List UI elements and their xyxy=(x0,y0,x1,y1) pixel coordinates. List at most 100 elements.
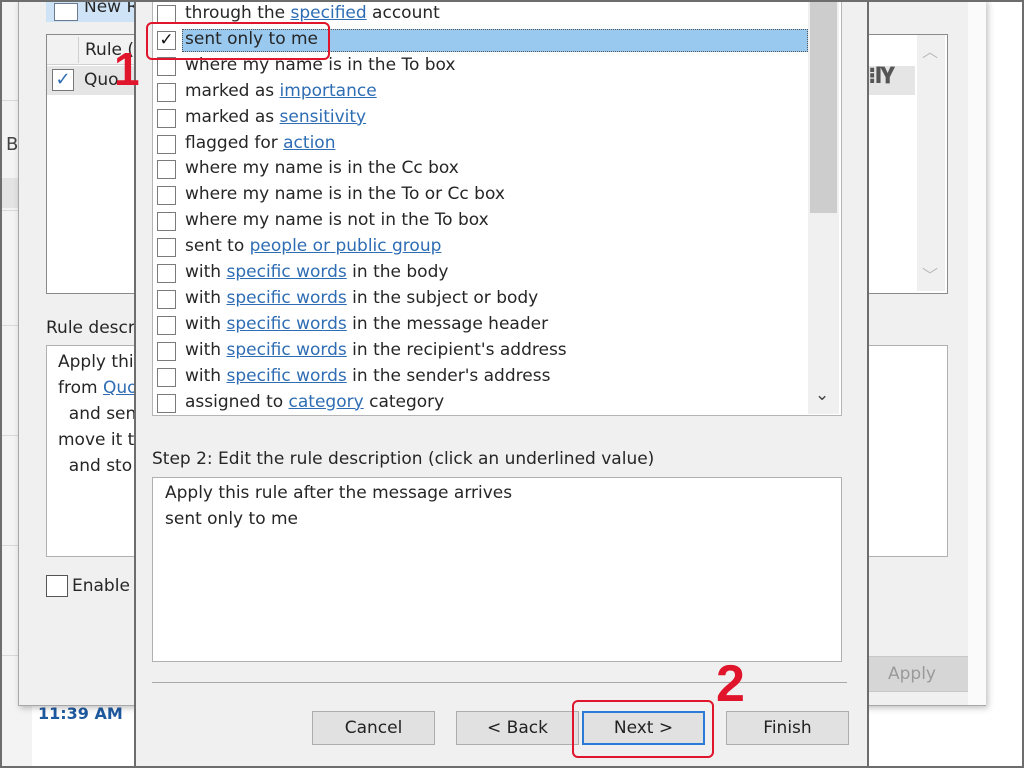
rule-description-line: and sto xyxy=(58,456,133,476)
condition-link[interactable]: people or public group xyxy=(250,236,442,256)
scroll-down-icon[interactable]: ⌄ xyxy=(815,385,829,405)
enable-checkbox[interactable] xyxy=(46,575,68,597)
enable-label: Enable xyxy=(72,576,130,596)
condition-item[interactable]: where my name is in the To or Cc box xyxy=(152,183,808,209)
condition-checkbox[interactable] xyxy=(157,289,176,309)
condition-link[interactable]: action xyxy=(283,133,335,153)
condition-text: with xyxy=(185,365,227,386)
condition-text: in the recipient's address xyxy=(346,339,567,360)
annotation-step1-number: 1 xyxy=(114,43,140,95)
condition-item[interactable]: sent to people or public group xyxy=(152,235,808,261)
condition-label: with specific words in the body xyxy=(185,262,448,282)
condition-label: with specific words in the sender's addr… xyxy=(185,366,550,386)
back-button[interactable]: < Back xyxy=(456,711,579,745)
condition-item[interactable]: marked as sensitivity xyxy=(152,106,808,132)
condition-text: with xyxy=(185,287,227,308)
cancel-button[interactable]: Cancel xyxy=(312,711,435,745)
scroll-up-icon[interactable]: ︿ xyxy=(922,38,938,62)
annotation-highlight-step2 xyxy=(572,700,714,758)
condition-checkbox[interactable] xyxy=(157,108,176,128)
scroll-down-icon[interactable]: ﹀ xyxy=(922,262,938,286)
condition-link[interactable]: specific words xyxy=(226,314,346,334)
condition-text: in the message header xyxy=(346,313,549,334)
rule-description-line: move it t xyxy=(58,430,135,450)
message-time: 11:39 AM xyxy=(38,704,123,723)
rule-description-label: Rule descr xyxy=(46,318,135,338)
condition-label: where my name is in the To or Cc box xyxy=(185,184,505,204)
condition-label: flagged for action xyxy=(185,133,335,153)
condition-text: in the sender's address xyxy=(346,365,551,386)
conditions-scroll-thumb[interactable] xyxy=(810,0,837,213)
background-letter: B xyxy=(6,134,19,155)
condition-item[interactable]: where my name is in the Cc box xyxy=(152,157,808,183)
condition-item[interactable]: with specific words in the body xyxy=(152,261,808,287)
rule-description-line: and sen xyxy=(58,404,137,424)
condition-link[interactable]: importance xyxy=(280,81,377,101)
condition-text: category xyxy=(363,391,445,412)
condition-checkbox[interactable] xyxy=(157,212,176,232)
condition-text: assigned to xyxy=(185,391,289,412)
rule-folder-link[interactable]: Quo xyxy=(103,378,138,398)
condition-item[interactable]: with specific words in the subject or bo… xyxy=(152,287,808,313)
condition-checkbox[interactable] xyxy=(157,82,176,102)
condition-checkbox[interactable] xyxy=(157,134,176,154)
condition-link[interactable]: specific words xyxy=(226,288,346,308)
new-rule-label: New R xyxy=(84,0,139,17)
condition-label: sent to people or public group xyxy=(185,236,441,256)
rule-description-line: from Quo xyxy=(58,378,138,398)
condition-text: where my name is in the To or Cc box xyxy=(185,184,505,205)
condition-checkbox[interactable] xyxy=(157,264,176,283)
condition-text: in the subject or body xyxy=(346,287,539,308)
condition-checkbox[interactable] xyxy=(157,315,176,335)
condition-text: sent to xyxy=(185,236,250,257)
condition-checkbox[interactable] xyxy=(157,186,176,206)
finish-button[interactable]: Finish xyxy=(726,711,849,745)
condition-checkbox[interactable] xyxy=(157,367,176,387)
condition-text: marked as xyxy=(185,106,280,127)
rule-description-line: Apply thi xyxy=(58,352,134,372)
step2-line: sent only to me xyxy=(165,509,299,529)
condition-text: through the xyxy=(185,3,291,23)
condition-link[interactable]: specified xyxy=(291,3,367,23)
condition-label: where my name is not in the To box xyxy=(185,210,489,230)
condition-label: with specific words in the recipient's a… xyxy=(185,340,567,360)
new-rule-icon xyxy=(54,3,78,21)
condition-text: where my name is in the Cc box xyxy=(185,158,459,179)
column-separator xyxy=(78,37,79,63)
rules-list-scrollbar[interactable] xyxy=(917,35,945,291)
condition-text: account xyxy=(366,3,440,23)
condition-item[interactable]: with specific words in the recipient's a… xyxy=(152,339,808,365)
condition-item[interactable]: where my name is not in the To box xyxy=(152,209,808,235)
condition-text: flagged for xyxy=(185,132,284,153)
condition-text: with xyxy=(185,339,227,360)
condition-checkbox[interactable] xyxy=(157,393,176,413)
condition-label: marked as importance xyxy=(185,81,377,101)
rule-description-editor[interactable] xyxy=(152,477,842,662)
condition-checkbox[interactable] xyxy=(157,341,176,361)
condition-link[interactable]: sensitivity xyxy=(280,107,367,127)
condition-link[interactable]: specific words xyxy=(226,340,346,360)
condition-item[interactable]: assigned to category category xyxy=(152,391,808,417)
window-edge xyxy=(968,0,986,705)
condition-text: marked as xyxy=(185,80,280,101)
annotation-highlight-step1 xyxy=(146,22,330,60)
condition-checkbox[interactable] xyxy=(157,238,176,258)
condition-link[interactable]: category xyxy=(289,392,364,412)
condition-link[interactable]: specific words xyxy=(226,366,346,386)
condition-item[interactable]: flagged for action xyxy=(152,132,808,158)
condition-label: with specific words in the message heade… xyxy=(185,314,548,334)
condition-item[interactable]: marked as importance xyxy=(152,80,808,106)
condition-text: where my name is not in the To box xyxy=(185,210,489,231)
condition-label: with specific words in the subject or bo… xyxy=(185,288,538,308)
condition-link[interactable]: specific words xyxy=(226,262,346,282)
rule-enabled-checkbox[interactable]: ✓ xyxy=(52,69,74,91)
condition-checkbox[interactable] xyxy=(157,160,176,180)
condition-label: through the specified account xyxy=(185,3,440,23)
condition-item[interactable]: with specific words in the sender's addr… xyxy=(152,365,808,391)
annotation-step2-number: 2 xyxy=(716,655,745,713)
rule-actions-icon: ⁝I𝐘 xyxy=(868,64,895,89)
condition-text: with xyxy=(185,313,227,334)
condition-item[interactable]: with specific words in the message heade… xyxy=(152,313,808,339)
condition-label: assigned to category category xyxy=(185,392,444,412)
condition-text: with xyxy=(185,262,227,282)
